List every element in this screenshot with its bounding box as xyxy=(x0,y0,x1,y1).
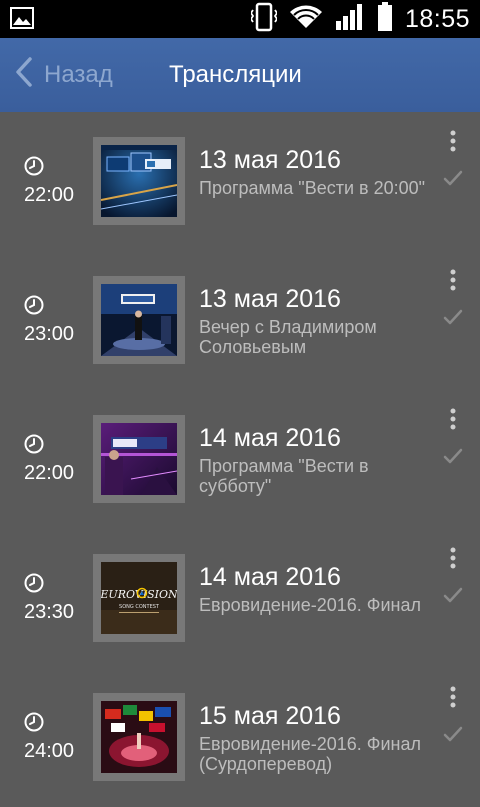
broadcast-time: 23:30 xyxy=(24,601,75,623)
app-bar: Назад Трансляции xyxy=(0,38,480,112)
clock-icon xyxy=(24,295,44,315)
broadcast-thumbnail xyxy=(93,276,185,364)
more-vert-icon[interactable] xyxy=(445,547,461,571)
clock-icon xyxy=(24,573,44,593)
broadcast-thumbnail: EUROVISION SONG CONTEST xyxy=(93,554,185,642)
vecher-studio-thumb xyxy=(101,284,177,356)
vibrate-icon xyxy=(249,2,279,37)
vesti-subbota-thumb xyxy=(101,423,177,495)
back-button[interactable]: Назад xyxy=(14,38,113,112)
chevron-left-icon xyxy=(14,56,34,95)
check-icon[interactable] xyxy=(443,307,463,327)
broadcast-title: Программа "Вести в субботу" xyxy=(199,456,369,496)
eurovision-flags-thumb xyxy=(101,701,177,773)
more-vert-icon[interactable] xyxy=(445,408,461,432)
vesti-studio-thumb xyxy=(101,145,177,217)
check-icon[interactable] xyxy=(443,585,463,605)
broadcast-thumbnail xyxy=(93,415,185,503)
broadcast-date: 13 мая 2016 xyxy=(199,285,341,313)
list-item[interactable]: 23:30 EUROVISION SONG CONTEST 14 мая 201… xyxy=(0,529,480,668)
broadcast-thumbnail xyxy=(93,693,185,781)
clock-icon xyxy=(24,712,44,732)
more-vert-icon[interactable] xyxy=(445,269,461,293)
eurovision-logo-subtext: SONG CONTEST xyxy=(119,604,160,610)
back-label: Назад xyxy=(44,61,113,88)
list-item[interactable]: 23:00 13 мая 2016 Вечер с Владимиром Сол… xyxy=(0,251,480,390)
signal-icon xyxy=(335,3,365,36)
page-title: Трансляции xyxy=(169,61,302,88)
broadcast-time: 22:00 xyxy=(24,184,75,206)
clock-icon xyxy=(24,156,44,176)
broadcast-time: 24:00 xyxy=(24,740,75,762)
broadcast-title: Программа "Вести в 20:00" xyxy=(199,178,426,198)
status-bar: 18:55 xyxy=(0,0,480,38)
broadcast-title: Евровидение-2016. Финал (Сурдоперевод) xyxy=(199,734,421,774)
more-vert-icon[interactable] xyxy=(445,686,461,710)
gallery-icon xyxy=(10,7,34,34)
list-item[interactable]: 24:00 15 мая 2016 Евровидение-2016. Фина xyxy=(0,668,480,807)
eurovision-logo-thumb: EUROVISION SONG CONTEST xyxy=(101,562,177,634)
battery-icon xyxy=(377,1,393,37)
more-vert-icon[interactable] xyxy=(445,130,461,154)
broadcast-date: 14 мая 2016 xyxy=(199,424,341,452)
broadcast-date: 14 мая 2016 xyxy=(199,563,341,591)
status-time: 18:55 xyxy=(404,4,470,33)
wifi-icon xyxy=(289,4,323,35)
broadcast-thumbnail xyxy=(93,137,185,225)
broadcast-title: Евровидение-2016. Финал xyxy=(199,595,421,615)
broadcast-list: 22:00 13 мая 2016 Программа "Вести в 20:… xyxy=(0,112,480,807)
broadcast-date: 13 мая 2016 xyxy=(199,146,341,174)
broadcast-title: Вечер с Владимиром Соловьевым xyxy=(199,317,377,357)
check-icon[interactable] xyxy=(443,168,463,188)
list-item[interactable]: 22:00 xyxy=(0,112,480,251)
list-item[interactable]: 22:00 xyxy=(0,390,480,529)
check-icon[interactable] xyxy=(443,446,463,466)
broadcast-time: 22:00 xyxy=(24,462,75,484)
check-icon[interactable] xyxy=(443,724,463,744)
broadcast-date: 15 мая 2016 xyxy=(199,702,341,730)
clock-icon xyxy=(24,434,44,454)
broadcast-time: 23:00 xyxy=(24,323,75,345)
